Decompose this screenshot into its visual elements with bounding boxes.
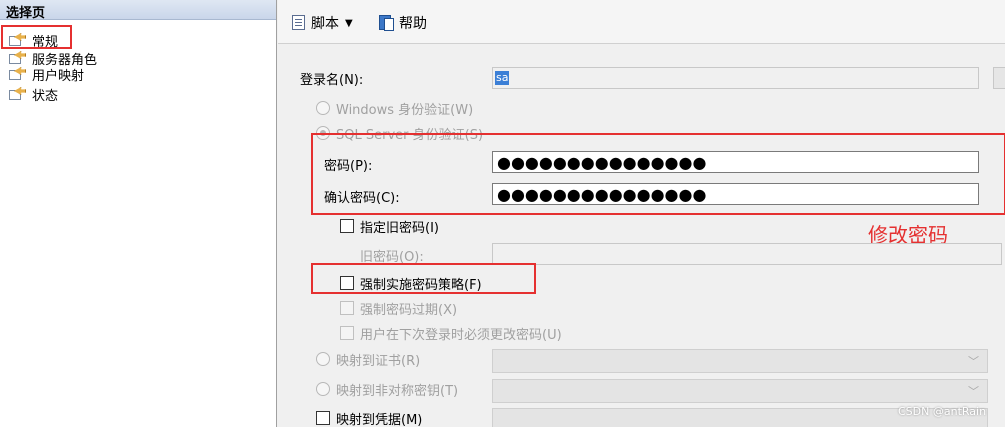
help-icon — [378, 14, 396, 32]
help-label: 帮助 — [399, 16, 427, 32]
nav-item-label: 用户映射 — [32, 68, 85, 84]
nav-item-status[interactable]: 状态 — [0, 86, 59, 104]
select-page-panel: 选择页 常规 服务器角色 用户映射 状态 — [0, 0, 277, 427]
map-asym-key-radio[interactable] — [316, 382, 330, 396]
certificate-dropdown[interactable]: ﹀ — [492, 349, 988, 373]
watermark: CSDN @antRain — [898, 405, 987, 418]
windows-auth-radio[interactable] — [316, 101, 330, 115]
enforce-expiration-label: 强制密码过期(X) — [360, 303, 458, 318]
old-password-field[interactable] — [492, 243, 1002, 265]
map-credential-label: 映射到凭据(M) — [336, 413, 423, 427]
highlight-password-fields — [311, 133, 1005, 215]
page-icon — [8, 67, 26, 81]
script-button[interactable]: 脚本 ▼ — [290, 13, 353, 33]
nav-item-label: 状态 — [32, 88, 59, 104]
chevron-down-icon[interactable]: ▼ — [345, 18, 353, 29]
must-change-password-label: 用户在下次登录时必须更改密码(U) — [360, 328, 562, 343]
help-button[interactable]: 帮助 — [378, 13, 427, 33]
login-name-value: sa — [495, 71, 510, 85]
general-page: 脚本 ▼ 帮助 登录名(N): sa Windows 身份验证(W) SQL S… — [278, 0, 1005, 427]
toolbar: 脚本 ▼ 帮助 — [278, 0, 1005, 44]
specify-old-password-label: 指定旧密码(I) — [360, 221, 439, 236]
map-certificate-radio[interactable] — [316, 352, 330, 366]
chevron-down-icon: ﹀ — [968, 355, 979, 368]
select-page-header: 选择页 — [0, 0, 276, 21]
script-icon — [290, 14, 308, 32]
page-icon — [8, 51, 26, 65]
highlight-enforce-policy — [311, 263, 536, 294]
login-name-search-button[interactable] — [993, 67, 1005, 89]
chevron-down-icon: ﹀ — [968, 385, 979, 398]
windows-auth-label: Windows 身份验证(W) — [336, 103, 474, 118]
highlight-general — [1, 25, 72, 49]
map-certificate-label: 映射到证书(R) — [336, 354, 421, 369]
map-asym-key-label: 映射到非对称密钥(T) — [336, 384, 459, 399]
nav-item-user-mapping[interactable]: 用户映射 — [0, 66, 85, 84]
login-name-label: 登录名(N): — [300, 73, 364, 88]
enforce-expiration-checkbox[interactable] — [340, 301, 354, 315]
specify-old-password-checkbox[interactable] — [340, 219, 354, 233]
must-change-password-checkbox[interactable] — [340, 326, 354, 340]
asym-key-dropdown[interactable]: ﹀ — [492, 379, 988, 403]
page-icon — [8, 87, 26, 101]
map-credential-checkbox[interactable] — [316, 411, 330, 425]
script-label: 脚本 — [311, 16, 339, 32]
login-name-field[interactable]: sa — [492, 67, 979, 89]
